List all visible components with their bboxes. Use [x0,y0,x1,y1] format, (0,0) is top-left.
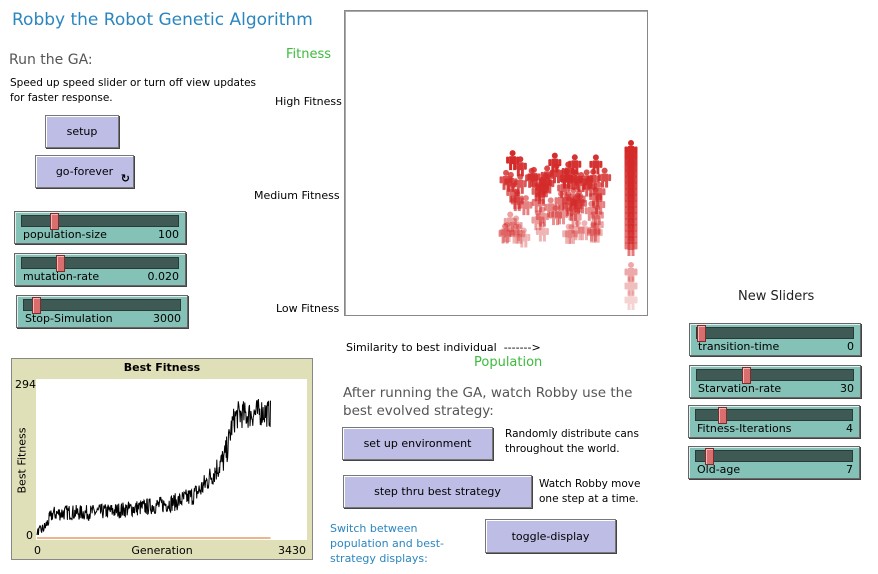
low-fitness-label: Low Fitness [276,302,340,315]
x-axis-label: Generation [131,544,193,557]
slider-label: Fitness-Iterations [697,422,792,435]
mutation-rate-slider[interactable]: mutation-rate 0.020 [14,253,186,286]
go-forever-label: go-forever [55,165,114,178]
slider-label: Old-age [697,463,741,476]
setup-button[interactable]: setup [45,115,119,148]
fitness-iterations-slider[interactable]: Fitness-Iterations 4 [688,405,860,438]
world-view[interactable] [344,10,648,316]
fitness-axis-label: Fitness [286,47,332,62]
slider-label: transition-time [698,340,780,353]
strategy-intro: After running the GA, watch Robby use th… [343,385,633,419]
run-ga-heading: Run the GA: [9,52,93,68]
y-axis-label: Best Fitness [15,427,29,494]
slider-label: population-size [23,228,107,241]
page-title: Robby the Robot Genetic Algorithm [12,10,313,30]
medium-fitness-label: Medium Fitness [254,189,340,202]
starvation-rate-slider[interactable]: Starvation-rate 30 [689,365,861,398]
toggle-display-button[interactable]: toggle-display [485,519,616,553]
slider-value: 7 [846,463,853,476]
plot-canvas [36,379,307,540]
slider-label: Starvation-rate [698,382,782,395]
slider-value: 0 [847,340,854,353]
population-size-slider[interactable]: population-size 100 [14,211,186,244]
best-fitness-plot: Best Fitness 294 0 0 3430 Generation Bes… [11,358,313,560]
step-thru-best-strategy-button[interactable]: step thru best strategy [343,475,532,508]
set-up-environment-button[interactable]: set up environment [342,427,493,460]
plot-area [36,379,307,540]
agent-person-icon [535,221,549,242]
setup-env-note: Randomly distribute cans throughout the … [505,428,639,455]
slider-value: 0.020 [147,270,180,283]
y-min-label: 0 [26,529,33,542]
transition-time-slider[interactable]: transition-time 0 [689,323,861,356]
new-sliders-heading: New Sliders [738,289,815,304]
forever-icon: ↻ [120,172,130,185]
high-fitness-label: High Fitness [275,95,342,108]
button-label: toggle-display [511,529,590,543]
slider-value: 4 [846,422,853,435]
slider-label: mutation-rate [23,270,100,283]
setup-label: setup [66,125,98,138]
old-age-slider[interactable]: Old-age 7 [688,446,860,479]
stop-simulation-slider[interactable]: Stop-Simulation 3000 [16,295,188,328]
slider-value: 30 [840,382,854,395]
slider-value: 3000 [153,312,181,325]
switch-note: Switch between population and best-strat… [330,522,444,565]
speed-help-text: Speed up speed slider or turn off view u… [10,77,257,104]
population-agents [498,140,638,310]
button-label: set up environment [363,437,472,450]
button-label: step thru best strategy [374,485,501,498]
step-note: Watch Robby move one step at a time. [539,478,641,505]
go-forever-button[interactable]: go-forever ↻ [35,155,134,188]
slider-value: 100 [158,228,179,241]
agent-person-icon [624,290,638,310]
population-axis-label: Population [474,355,543,370]
slider-label: Stop-Simulation [25,312,113,325]
y-max-label: 294 [15,378,36,391]
similarity-label: Similarity to best individual -------> [346,341,541,354]
